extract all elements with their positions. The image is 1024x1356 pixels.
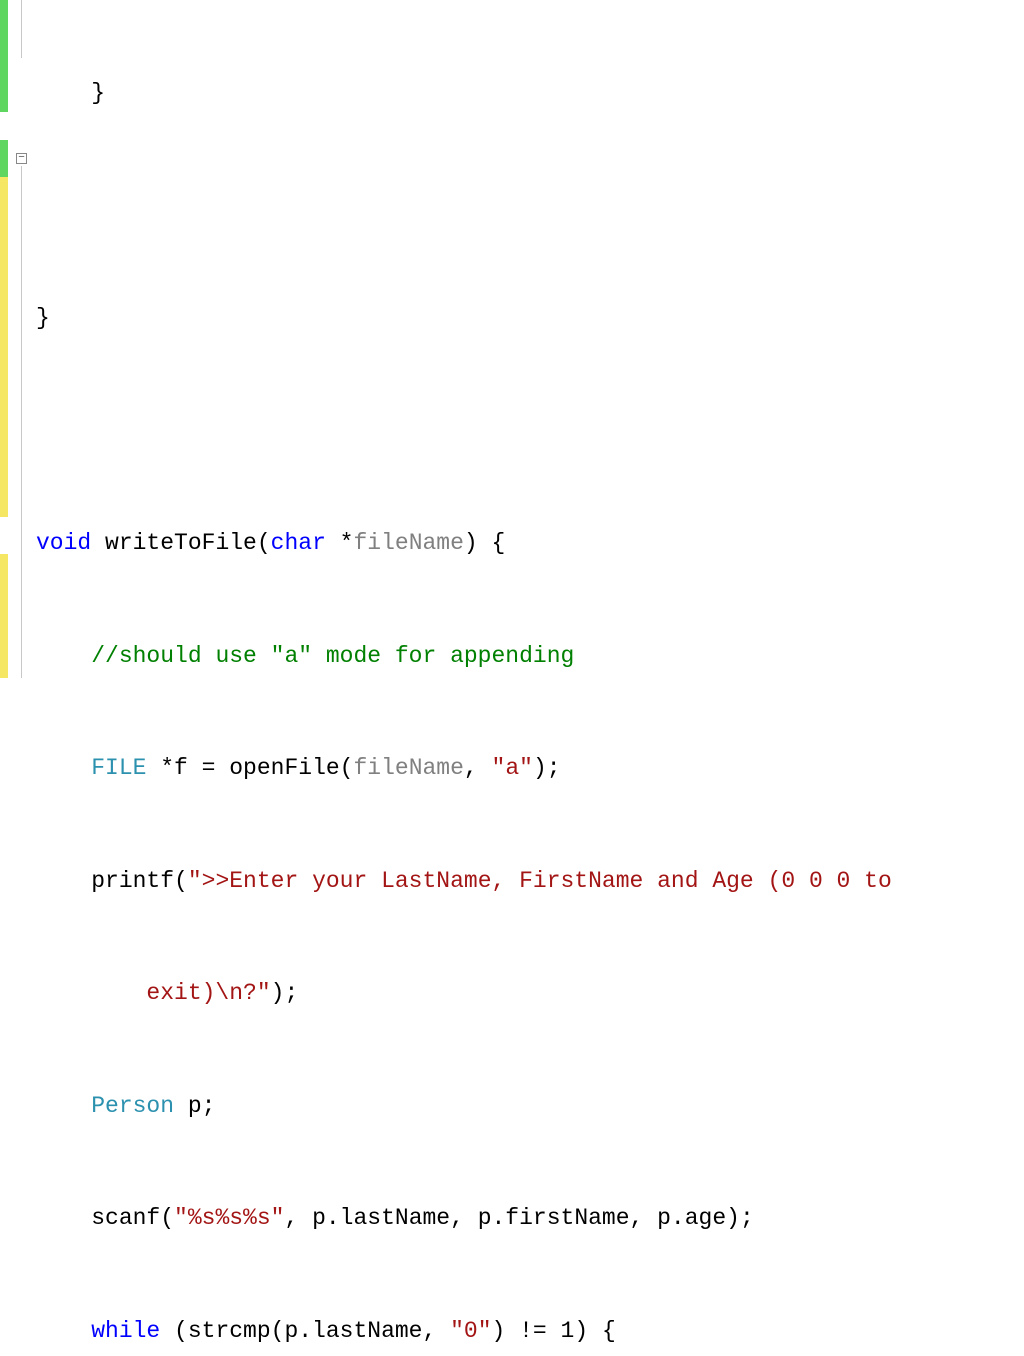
code-line[interactable]: } xyxy=(28,75,1024,113)
change-margin xyxy=(0,0,8,678)
code-line[interactable]: while (strcmp(p.lastName, "0") != 1) { xyxy=(28,1313,1024,1351)
code-area[interactable]: } } void writeToFile(char *fileName) { /… xyxy=(28,0,1024,678)
code-line[interactable]: FILE *f = openFile(fileName, "a"); xyxy=(28,750,1024,788)
code-line[interactable] xyxy=(28,188,1024,226)
fold-column: − xyxy=(8,0,28,678)
margin-modified xyxy=(0,177,8,517)
minus-icon: − xyxy=(18,152,25,164)
fold-toggle-icon[interactable]: − xyxy=(16,153,27,164)
code-line[interactable] xyxy=(28,413,1024,451)
code-line[interactable]: } xyxy=(28,300,1024,338)
code-line[interactable]: Person p; xyxy=(28,1088,1024,1126)
margin-saved xyxy=(0,0,8,112)
fold-guide xyxy=(21,0,22,58)
code-line[interactable]: exit)\n?"); xyxy=(28,975,1024,1013)
code-line[interactable]: //should use "a" mode for appending xyxy=(28,638,1024,676)
code-line[interactable]: printf(">>Enter your LastName, FirstName… xyxy=(28,863,1024,901)
code-line[interactable]: void writeToFile(char *fileName) { xyxy=(28,525,1024,563)
margin-saved xyxy=(0,140,8,177)
code-editor[interactable]: − } } void writeToFile(char *fileName) {… xyxy=(0,0,1024,678)
code-line[interactable]: scanf("%s%s%s", p.lastName, p.firstName,… xyxy=(28,1200,1024,1238)
fold-guide xyxy=(21,166,22,678)
margin-modified xyxy=(0,554,8,678)
